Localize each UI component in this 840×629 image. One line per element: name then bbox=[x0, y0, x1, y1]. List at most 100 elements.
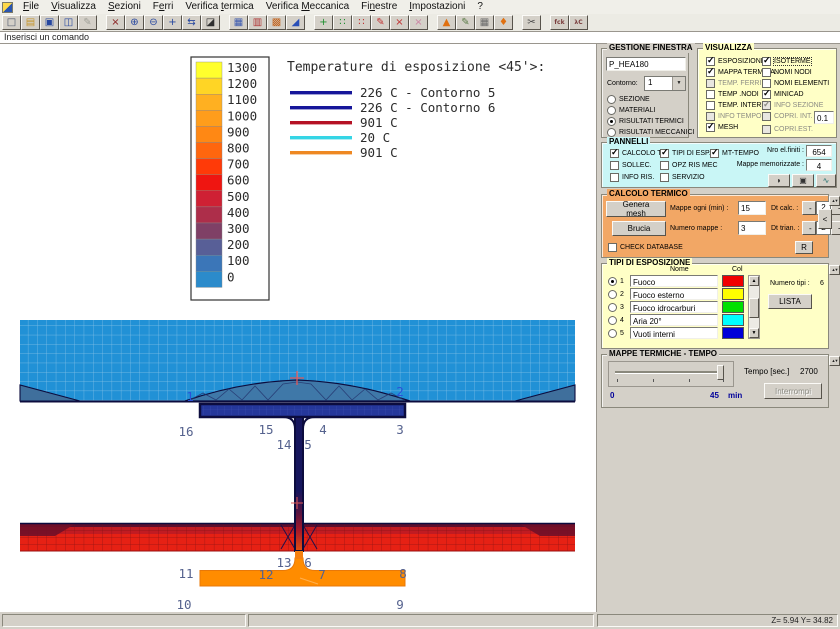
collapse-left-button[interactable]: < bbox=[818, 209, 832, 229]
scroll-thumb[interactable] bbox=[749, 298, 759, 318]
menu-verifica-termica[interactable]: Verifica termica bbox=[179, 0, 259, 14]
check-info-ris[interactable]: INFO RIS. bbox=[610, 173, 654, 182]
mesh-view-icon[interactable]: ▦ bbox=[229, 15, 248, 30]
exposure-name-input[interactable]: Aria 20° bbox=[630, 314, 718, 326]
check-isoterme[interactable]: ISOTERME bbox=[762, 57, 811, 66]
table-icon[interactable]: ▦ bbox=[475, 15, 494, 30]
check-mt-tempo[interactable]: MT-TEMPO bbox=[710, 149, 759, 158]
exposure-row[interactable]: 2 bbox=[608, 290, 624, 299]
check-copri-int[interactable]: COPRI. INT. bbox=[762, 112, 813, 121]
check-servizio[interactable]: SERVIZIO bbox=[660, 173, 705, 182]
delete-icon[interactable]: × bbox=[390, 15, 409, 30]
copri-int-input[interactable]: 0.1 bbox=[814, 111, 834, 124]
menu-verifica-meccanica[interactable]: Verifica Meccanica bbox=[260, 0, 355, 14]
check-info-tempo[interactable]: INFO TEMPO bbox=[706, 112, 761, 121]
zoom-window-icon[interactable]: × bbox=[106, 15, 125, 30]
shade-icon[interactable]: ◪ bbox=[201, 15, 220, 30]
check-temp-nodi[interactable]: TEMP .NODI bbox=[706, 90, 759, 99]
interrompi-button[interactable]: Interrompi bbox=[764, 383, 822, 399]
exposure-color-swatch[interactable] bbox=[722, 301, 744, 313]
thermal-map-icon[interactable]: ▩ bbox=[267, 15, 286, 30]
flame-icon[interactable]: ♦ bbox=[494, 15, 513, 30]
check-calcolo-t[interactable]: CALCOLO T. bbox=[610, 149, 663, 158]
select-arrow-icon[interactable]: ◢ bbox=[286, 15, 305, 30]
exposure-name-input[interactable]: Fuoco idrocarburi bbox=[630, 301, 718, 313]
new-file-icon[interactable]: □ bbox=[2, 15, 21, 30]
cut-section-icon[interactable]: ✂ bbox=[522, 15, 541, 30]
zoom-in-icon[interactable]: ⊕ bbox=[125, 15, 144, 30]
exposure-color-swatch[interactable] bbox=[722, 288, 744, 300]
exposure-row[interactable]: 4 bbox=[608, 316, 624, 325]
drawing-canvas[interactable]: 1 2 16 15 14 5 4 3 13 6 12 7 11 8 10 9 bbox=[0, 44, 596, 612]
brucia-button[interactable]: Brucia bbox=[612, 221, 666, 236]
zoom-out-icon[interactable]: ⊖ bbox=[144, 15, 163, 30]
check-copri-est[interactable]: COPRI.EST. bbox=[762, 125, 813, 134]
report-icon[interactable]: ✎ bbox=[456, 15, 475, 30]
menu-file[interactable]: File bbox=[17, 0, 45, 14]
open-folder-icon[interactable]: ▤ bbox=[21, 15, 40, 30]
menu-finestre[interactable]: Finestre bbox=[355, 0, 403, 14]
radio-risultati-termici[interactable]: RISULTATI TERMICI bbox=[607, 117, 684, 126]
menu-sezioni[interactable]: Sezioni bbox=[102, 0, 147, 14]
draw-icon[interactable]: ✎ bbox=[371, 15, 390, 30]
menu-ferri[interactable]: Ferri bbox=[147, 0, 180, 14]
menu-impostazioni[interactable]: Impostazioni bbox=[403, 0, 471, 14]
contorno-dropdown[interactable]: 1 ▼ bbox=[644, 76, 686, 91]
radio-sezione[interactable]: SEZIONE bbox=[607, 95, 650, 104]
exposure-row[interactable]: 1 bbox=[608, 277, 624, 286]
check-temp-ferri[interactable]: TEMP. FERRI bbox=[706, 79, 761, 88]
check-opz-ris-mec[interactable]: OPZ RIS MEC bbox=[660, 161, 718, 170]
save-workspace-icon[interactable]: ◫ bbox=[59, 15, 78, 30]
collapse-calcolo-icon[interactable]: ▲▼ bbox=[829, 196, 840, 206]
temp-map-icon[interactable]: ▥ bbox=[248, 15, 267, 30]
check-tipi-di-esp[interactable]: TIPI DI ESP. bbox=[660, 149, 711, 158]
collapse-mappe-icon[interactable]: ▲▼ bbox=[829, 356, 840, 366]
radio-materiali[interactable]: MATERIALI bbox=[607, 106, 655, 115]
edit-icon[interactable]: ✎ bbox=[78, 15, 97, 30]
exposure-color-swatch[interactable] bbox=[722, 275, 744, 287]
exposure-name-input[interactable]: Fuoco esterno bbox=[630, 288, 718, 300]
dt-calc-minus-button[interactable]: - bbox=[802, 201, 816, 215]
window-name-input[interactable]: P_HEA180 bbox=[606, 57, 686, 71]
check-database[interactable]: CHECK DATABASE bbox=[608, 243, 683, 252]
collapse-tipi-icon[interactable]: ▲▼ bbox=[829, 265, 840, 275]
check-info-sezione[interactable]: INFO SEZIONE bbox=[762, 101, 823, 110]
chevron-down-icon[interactable]: ▼ bbox=[672, 77, 685, 90]
dt-trian-minus-button[interactable]: - bbox=[802, 221, 816, 235]
lista-button[interactable]: LISTA bbox=[768, 294, 812, 309]
node-edit-icon[interactable]: ∷ bbox=[352, 15, 371, 30]
exposure-row[interactable]: 3 bbox=[608, 303, 624, 312]
fire-calc-icon[interactable]: ▲ bbox=[437, 15, 456, 30]
menu-help[interactable]: ? bbox=[471, 0, 489, 14]
radio-risultati-meccanici[interactable]: RISULTATI MECCANICI bbox=[607, 128, 694, 137]
fck-fyk-icon[interactable]: fck bbox=[550, 15, 569, 30]
exposure-color-swatch[interactable] bbox=[722, 314, 744, 326]
chart-icon[interactable]: ∿ bbox=[816, 174, 836, 187]
mappe-ogni-input[interactable]: 15 bbox=[738, 201, 766, 215]
time-slider[interactable] bbox=[608, 361, 734, 387]
r-button[interactable]: R bbox=[795, 241, 813, 254]
add-points-icon[interactable]: ∷ bbox=[333, 15, 352, 30]
exposure-name-input[interactable]: Fuoco bbox=[630, 275, 718, 287]
pan-icon[interactable]: + bbox=[163, 15, 182, 30]
add-exposure-icon[interactable]: + bbox=[314, 15, 333, 30]
scroll-up-icon[interactable]: ▲ bbox=[749, 276, 759, 286]
check-nomi-elementi[interactable]: NOMI ELEMENTI bbox=[762, 79, 829, 88]
genera-mesh-button[interactable]: Genera mesh bbox=[606, 201, 666, 217]
erase-icon[interactable]: × bbox=[409, 15, 428, 30]
check-nomi-nodi[interactable]: NOMI NODI bbox=[762, 68, 812, 77]
check-mesh[interactable]: MESH bbox=[706, 123, 738, 132]
save-icon[interactable]: ▣ bbox=[40, 15, 59, 30]
check-minicad[interactable]: MINICAD bbox=[762, 90, 804, 99]
slider-handle[interactable] bbox=[717, 365, 724, 380]
lambda-icon[interactable]: λC bbox=[569, 15, 588, 30]
scroll-down-icon[interactable]: ▼ bbox=[749, 328, 759, 338]
menu-visualizza[interactable]: Visualizza bbox=[45, 0, 102, 14]
brush-icon[interactable]: ◗ bbox=[768, 174, 790, 187]
camera-icon[interactable]: ▣ bbox=[792, 174, 814, 187]
exposure-color-swatch[interactable] bbox=[722, 327, 744, 339]
exposure-row[interactable]: 5 bbox=[608, 329, 624, 338]
dt-trian-plus-button[interactable]: + bbox=[831, 221, 840, 235]
check-sollec[interactable]: SOLLEC. bbox=[610, 161, 652, 170]
exposure-scrollbar[interactable]: ▲ ▼ bbox=[748, 275, 760, 339]
